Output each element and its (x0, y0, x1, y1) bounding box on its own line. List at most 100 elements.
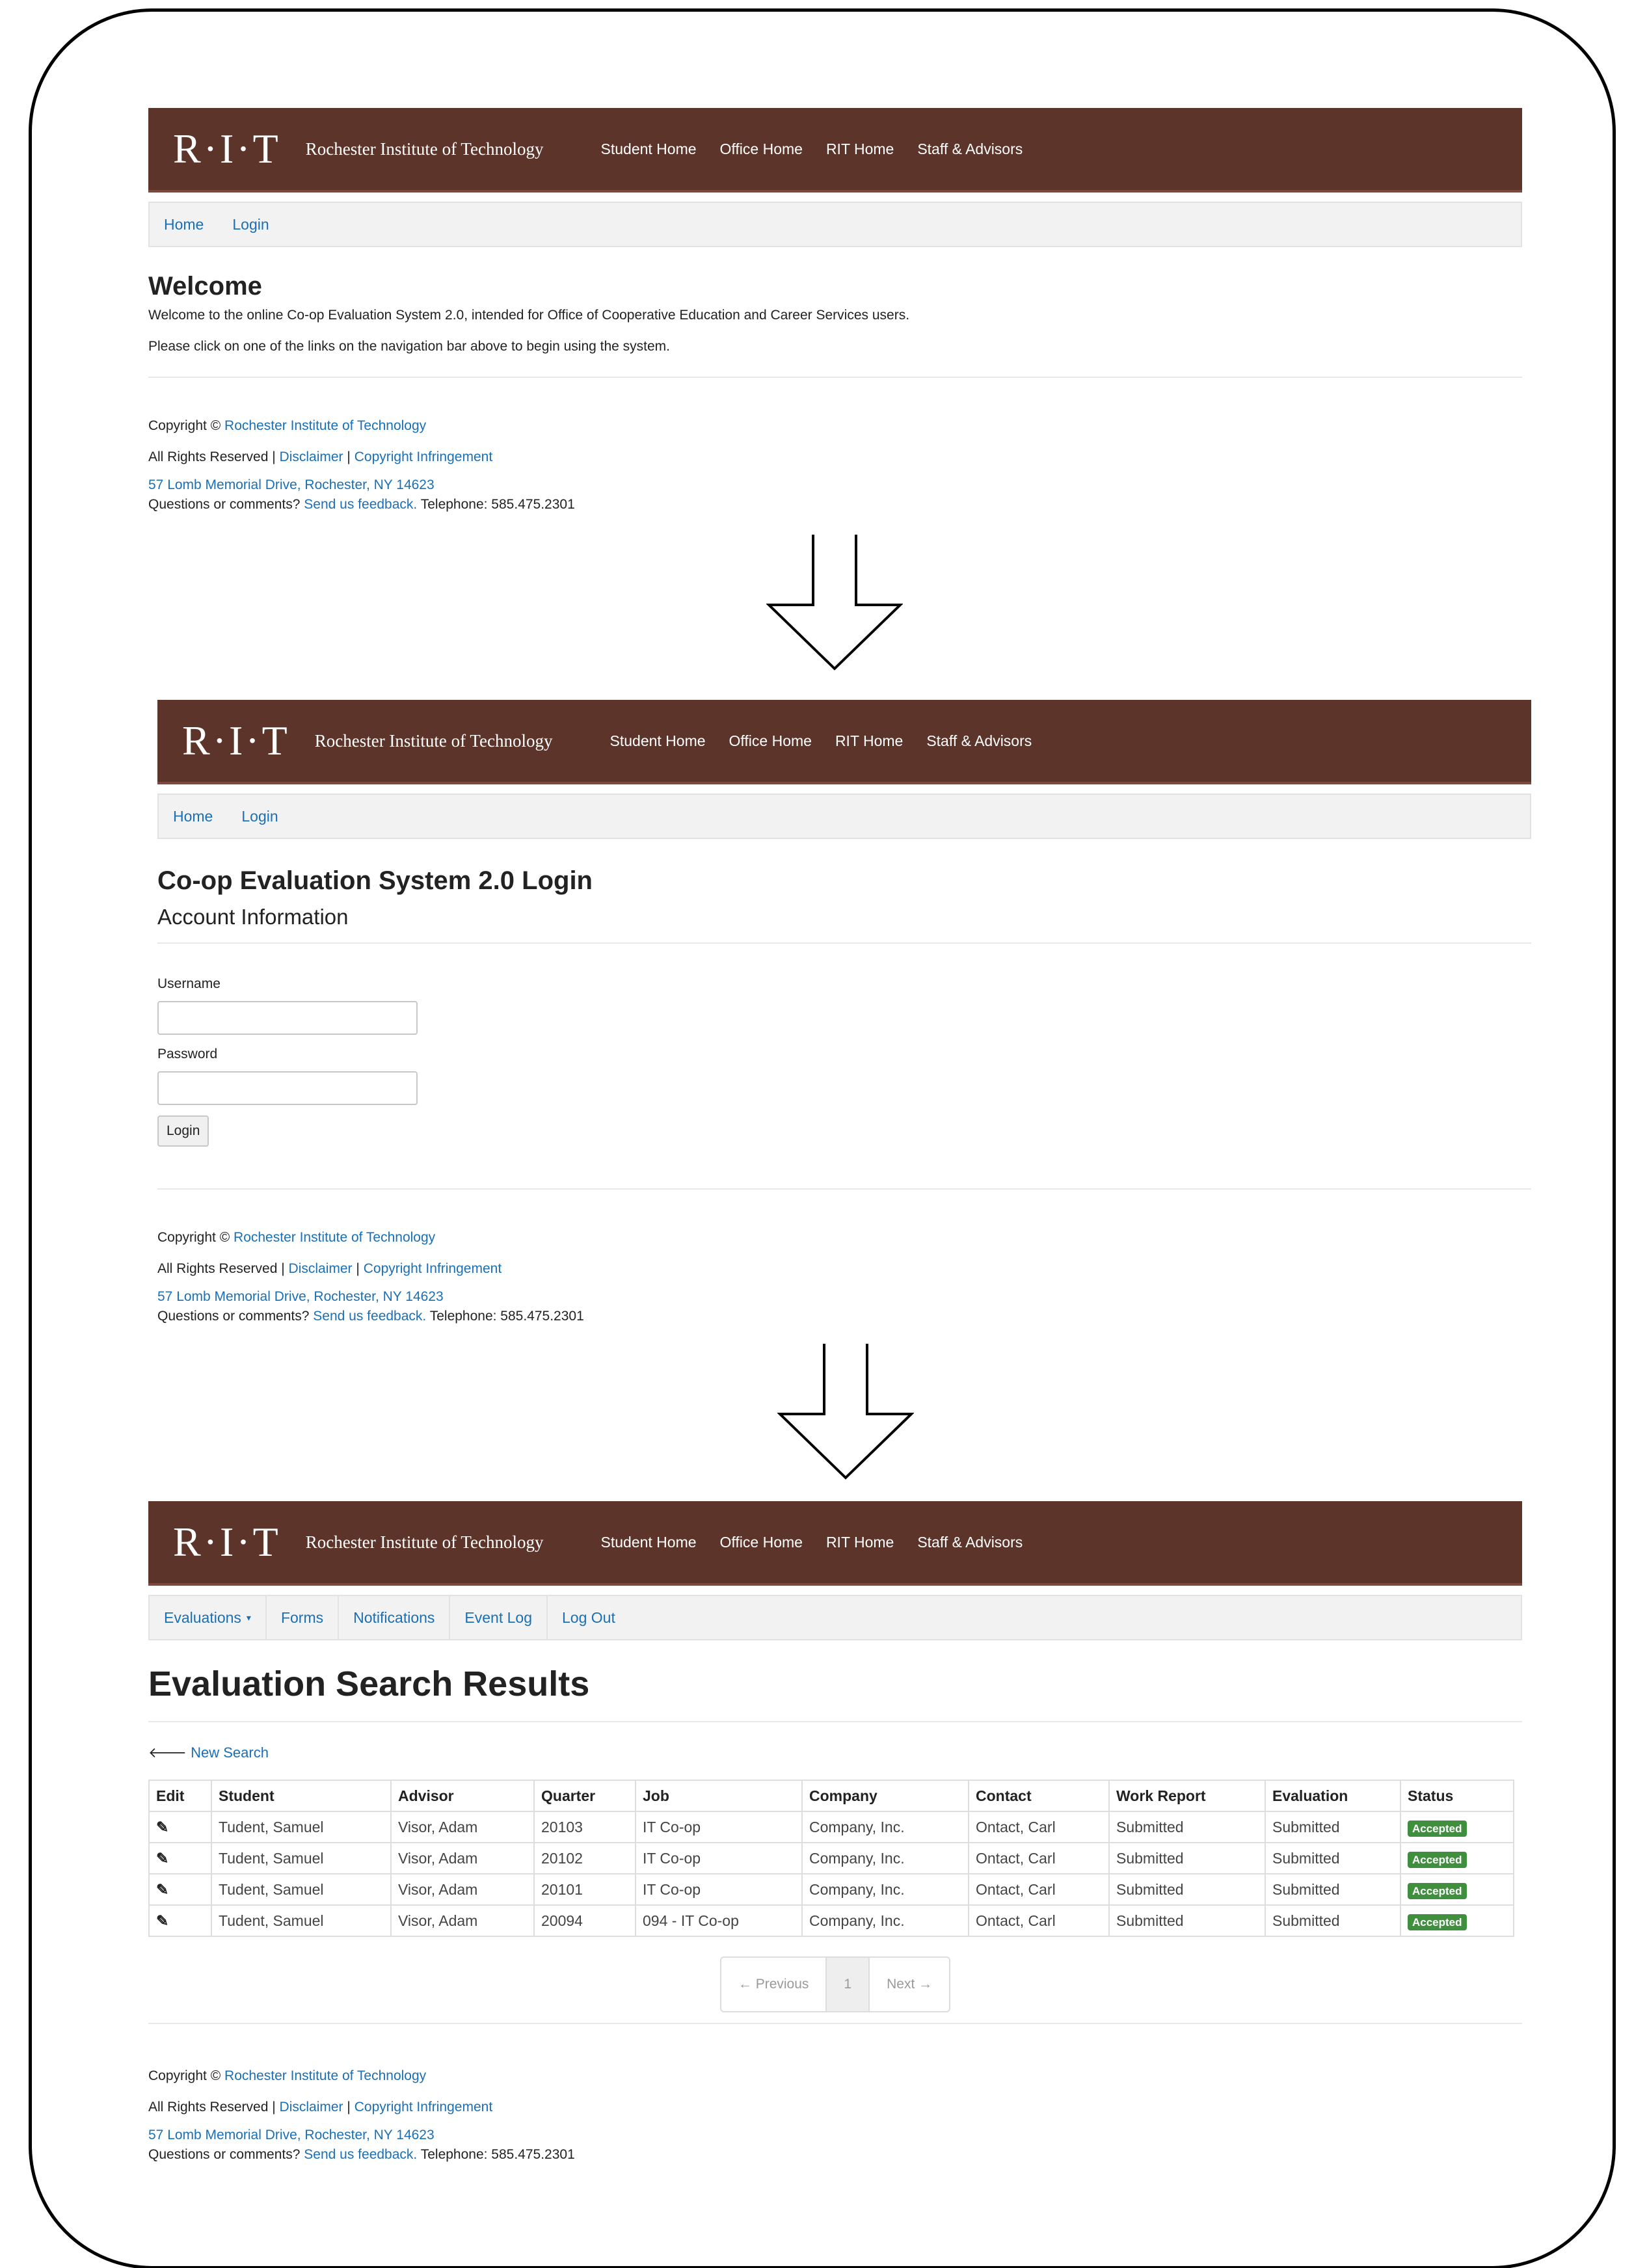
telephone-text: Telephone: 585.475.2301 (420, 2147, 575, 2162)
cell-advisor: Visor, Adam (390, 1873, 535, 1906)
edit-icon[interactable]: ✎ (156, 1881, 168, 1898)
cell-evaluation: Submitted (1265, 1873, 1401, 1906)
telephone-text: Telephone: 585.475.2301 (420, 497, 575, 512)
col-company: Company (801, 1780, 969, 1812)
page-title: Welcome (148, 272, 262, 300)
new-search-label: New Search (191, 1744, 269, 1761)
footer: Copyright © Rochester Institute of Techn… (157, 1222, 1531, 1326)
copyright-link[interactable]: Rochester Institute of Technology (224, 2068, 426, 2083)
nav-student-home[interactable]: Student Home (601, 1534, 697, 1551)
password-input[interactable] (157, 1071, 418, 1105)
cell-evaluation: Submitted (1265, 1904, 1401, 1937)
sub-nav: Evaluations ▾ Forms Notifications Event L… (148, 1595, 1522, 1640)
address-link[interactable]: 57 Lomb Memorial Drive, Rochester, NY 14… (148, 477, 435, 492)
edit-icon[interactable]: ✎ (156, 1819, 168, 1835)
subnav-log-out[interactable]: Log Out (548, 1596, 630, 1639)
edit-icon[interactable]: ✎ (156, 1912, 168, 1929)
col-student: Student (211, 1780, 392, 1812)
copyright-label: Copyright © (157, 1230, 230, 1245)
rit-logo[interactable]: R·I·T (182, 717, 290, 765)
nav-office-home[interactable]: Office Home (729, 732, 812, 750)
col-contact: Contact (968, 1780, 1110, 1812)
footer: Copyright © Rochester Institute of Techn… (148, 2061, 1522, 2165)
nav-staff-advisors[interactable]: Staff & Advisors (917, 1534, 1023, 1551)
col-edit: Edit (148, 1780, 212, 1812)
page-title: Evaluation Search Results (148, 1664, 590, 1703)
welcome-screen: R·I·T Rochester Institute of Technology … (148, 108, 1522, 514)
username-label: Username (157, 976, 221, 991)
subnav-forms[interactable]: Forms (267, 1596, 340, 1639)
previous-page-button[interactable]: ← Previous (721, 1958, 827, 2011)
arrow-left-icon: 🡐 (148, 1744, 187, 1761)
rit-logo[interactable]: R·I·T (173, 125, 281, 173)
cell-quarter: 20102 (533, 1842, 636, 1874)
address-link[interactable]: 57 Lomb Memorial Drive, Rochester, NY 14… (148, 2128, 435, 2142)
subnav-event-log[interactable]: Event Log (450, 1596, 548, 1639)
cell-contact: Ontact, Carl (968, 1873, 1110, 1906)
results-table: Edit Student Advisor Quarter Job Company… (148, 1780, 1514, 1937)
feedback-link[interactable]: Send us feedback. (304, 497, 417, 512)
edit-icon[interactable]: ✎ (156, 1850, 168, 1867)
divider (148, 2023, 1522, 2024)
nav-student-home[interactable]: Student Home (610, 732, 706, 750)
section-subtitle: Account Information (157, 905, 349, 929)
nav-rit-home[interactable]: RIT Home (826, 140, 894, 158)
pagination: ← Previous 1 Next → (148, 1956, 1522, 2012)
infringement-link[interactable]: Copyright Infringement (364, 1261, 502, 1276)
table-row: ✎ Tudent, Samuel Visor, Adam 20103 IT Co… (148, 1811, 1514, 1843)
cell-student: Tudent, Samuel (211, 1873, 392, 1906)
disclaimer-link[interactable]: Disclaimer (280, 2100, 343, 2115)
subnav-home[interactable]: Home (150, 203, 218, 246)
disclaimer-link[interactable]: Disclaimer (280, 449, 343, 464)
subnav-login[interactable]: Login (227, 795, 292, 838)
institution-name: Rochester Institute of Technology (305, 139, 544, 159)
rit-logo[interactable]: R·I·T (173, 1518, 281, 1566)
address-link[interactable]: 57 Lomb Memorial Drive, Rochester, NY 14… (157, 1289, 444, 1304)
cell-quarter: 20103 (533, 1811, 636, 1843)
divider (157, 942, 1531, 944)
table-row: ✎ Tudent, Samuel Visor, Adam 20102 IT Co… (148, 1842, 1514, 1874)
cell-contact: Ontact, Carl (968, 1842, 1110, 1874)
nav-rit-home[interactable]: RIT Home (835, 732, 903, 750)
subnav-notifications[interactable]: Notifications (339, 1596, 451, 1639)
table-row: ✎ Tudent, Samuel Visor, Adam 20101 IT Co… (148, 1873, 1514, 1906)
nav-staff-advisors[interactable]: Staff & Advisors (917, 140, 1023, 158)
divider (148, 1721, 1522, 1722)
cell-advisor: Visor, Adam (390, 1904, 535, 1937)
nav-student-home[interactable]: Student Home (601, 140, 697, 158)
copyright-label: Copyright © (148, 418, 221, 433)
feedback-link[interactable]: Send us feedback. (304, 2147, 417, 2162)
nav-office-home[interactable]: Office Home (720, 1534, 803, 1551)
username-input[interactable] (157, 1001, 418, 1035)
nav-staff-advisors[interactable]: Staff & Advisors (926, 732, 1032, 750)
next-page-button[interactable]: Next → (870, 1958, 949, 2011)
col-work-report: Work Report (1108, 1780, 1266, 1812)
sub-nav: Home Login (148, 202, 1522, 247)
feedback-link[interactable]: Send us feedback. (313, 1309, 426, 1324)
table-row: ✎ Tudent, Samuel Visor, Adam 20094 094 -… (148, 1904, 1514, 1937)
infringement-link[interactable]: Copyright Infringement (355, 449, 492, 464)
site-header: R·I·T Rochester Institute of Technology … (157, 700, 1531, 784)
login-button[interactable]: Login (157, 1115, 209, 1147)
subnav-login[interactable]: Login (218, 203, 283, 246)
nav-office-home[interactable]: Office Home (720, 140, 803, 158)
cell-job: IT Co-op (635, 1873, 803, 1906)
disclaimer-link[interactable]: Disclaimer (289, 1261, 353, 1276)
page-1-button[interactable]: 1 (827, 1958, 870, 2011)
new-search-link[interactable]: 🡐 New Search (148, 1744, 1522, 1761)
copyright-link[interactable]: Rochester Institute of Technology (224, 418, 426, 433)
cell-company: Company, Inc. (801, 1842, 969, 1874)
login-screen: R·I·T Rochester Institute of Technology … (157, 700, 1531, 1326)
col-job: Job (635, 1780, 803, 1812)
subnav-evaluations[interactable]: Evaluations ▾ (150, 1596, 267, 1639)
infringement-link[interactable]: Copyright Infringement (355, 2100, 492, 2115)
copyright-link[interactable]: Rochester Institute of Technology (234, 1230, 435, 1245)
cell-work-report: Submitted (1108, 1811, 1266, 1843)
cell-quarter: 20094 (533, 1904, 636, 1937)
cell-job: IT Co-op (635, 1842, 803, 1874)
rights-text: All Rights Reserved | (157, 1261, 285, 1276)
subnav-home[interactable]: Home (159, 795, 227, 838)
nav-rit-home[interactable]: RIT Home (826, 1534, 894, 1551)
separator: | (356, 1261, 360, 1276)
cell-student: Tudent, Samuel (211, 1904, 392, 1937)
